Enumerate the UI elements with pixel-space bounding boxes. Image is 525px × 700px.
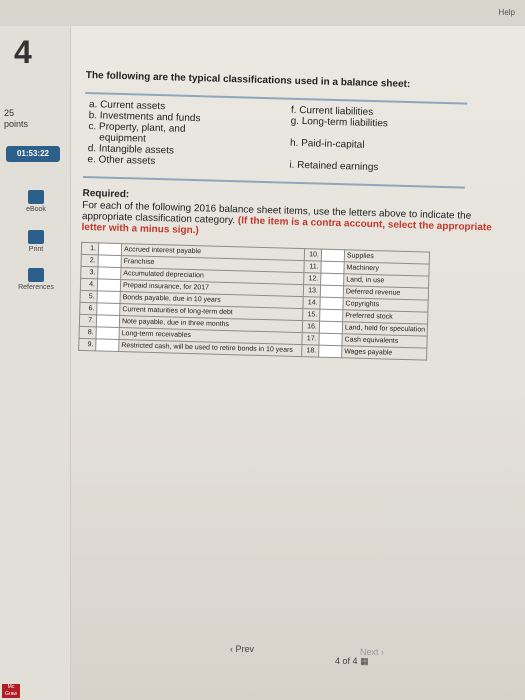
- points-value: 25: [4, 108, 15, 118]
- item-number: 7.: [79, 314, 97, 327]
- answer-input[interactable]: [321, 249, 345, 262]
- print-tool[interactable]: Print: [16, 230, 56, 253]
- answer-input[interactable]: [97, 278, 121, 292]
- print-label: Print: [28, 246, 44, 253]
- item-number: 14.: [302, 296, 321, 310]
- answer-input[interactable]: [97, 266, 121, 280]
- ebook-label: eBook: [26, 206, 46, 213]
- next-button[interactable]: Next ›: [360, 647, 384, 657]
- points-label: points: [4, 119, 29, 129]
- item-number: 12.: [303, 272, 321, 286]
- item-number: 8.: [79, 326, 97, 339]
- answer-input[interactable]: [98, 242, 122, 256]
- answer-input[interactable]: [95, 326, 120, 340]
- answer-input[interactable]: [320, 273, 344, 286]
- item-number: 3.: [80, 266, 99, 279]
- page-current: 4: [335, 656, 341, 666]
- item-number: 11.: [303, 260, 322, 274]
- classification-list-left: a. Current assets b. Investments and fun…: [87, 99, 279, 170]
- references-tool[interactable]: References: [16, 268, 56, 291]
- question-content: The following are the typical classifica…: [69, 70, 506, 681]
- page-total: of 4: [342, 656, 358, 666]
- help-link[interactable]: Help: [499, 8, 515, 17]
- references-icon: [28, 268, 44, 282]
- answer-table: 1. Accrued interest payable 10. Supplies 2. F…: [78, 242, 430, 361]
- item-number: 9.: [78, 338, 96, 351]
- item-number: 6.: [79, 302, 98, 315]
- item-number: 5.: [80, 290, 98, 303]
- item-number: 16.: [302, 320, 320, 334]
- book-icon: [28, 190, 44, 204]
- classification-box: a. Current assets b. Investments and fun…: [82, 91, 468, 189]
- item-number: 17.: [301, 332, 320, 346]
- item-number: 13.: [303, 284, 321, 298]
- answer-input[interactable]: [95, 338, 119, 352]
- answer-input[interactable]: [320, 285, 344, 298]
- answer-input[interactable]: [318, 345, 342, 358]
- question-number: 4: [14, 34, 32, 70]
- pagination: 4 of 4 ▦: [335, 656, 369, 667]
- classification-list-right: f. Current liabilities g. Long-term liab…: [289, 105, 461, 176]
- item-number: 1.: [81, 242, 99, 255]
- required-heading: Required:: [82, 187, 130, 201]
- next-label: Next: [360, 647, 379, 657]
- intro-text: The following are the typical classifica…: [85, 70, 411, 91]
- answer-input[interactable]: [96, 302, 120, 316]
- answer-input[interactable]: [319, 309, 343, 322]
- item-number: 10.: [304, 248, 322, 262]
- brand-logo: Mc Graw: [2, 684, 20, 698]
- item-number: 4.: [80, 278, 98, 291]
- required-instructions: For each of the following 2016 balance s…: [81, 200, 502, 245]
- references-label: References: [18, 284, 54, 291]
- item-number: 2.: [81, 254, 99, 267]
- ebook-tool[interactable]: eBook: [16, 190, 56, 213]
- top-bar: Help: [0, 0, 525, 26]
- answer-input[interactable]: [319, 321, 343, 334]
- answer-input[interactable]: [96, 314, 120, 328]
- printer-icon: [28, 230, 44, 244]
- item-number: 15.: [302, 308, 320, 322]
- timer-badge[interactable]: 01:53:22: [6, 146, 60, 162]
- points: 25 points: [4, 108, 28, 130]
- item-number: 18.: [301, 344, 319, 358]
- item-label: Wages payable: [341, 345, 428, 361]
- answer-input[interactable]: [97, 290, 121, 304]
- answer-input[interactable]: [98, 254, 122, 268]
- answer-input[interactable]: [318, 333, 343, 346]
- prev-label: Prev: [235, 644, 255, 654]
- screen: Help 4 25 points 01:53:22 eBook Print Re…: [0, 0, 525, 700]
- grid-icon[interactable]: ▦: [360, 656, 369, 666]
- answer-input[interactable]: [320, 261, 345, 274]
- answer-input[interactable]: [319, 297, 344, 310]
- prev-button[interactable]: ‹ Prev: [230, 644, 254, 654]
